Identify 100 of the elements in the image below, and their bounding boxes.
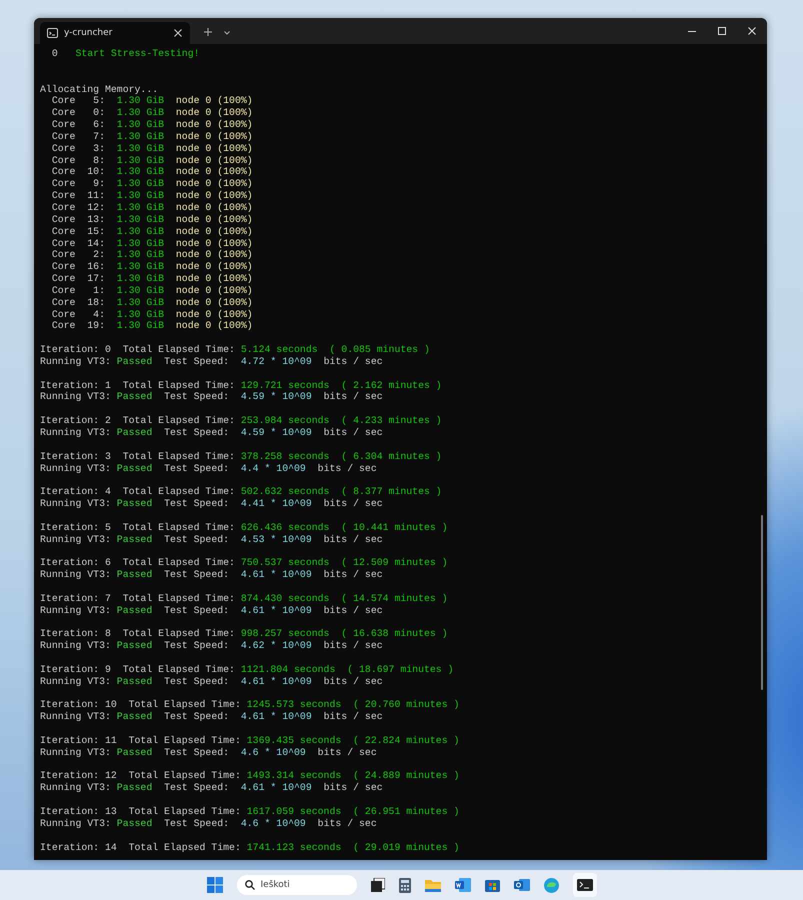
test-label: Running VT3: [40,534,111,545]
line-number: 0 [52,48,58,59]
speed-unit: bits / sec [324,640,383,652]
test-label: Running VT3: [40,746,111,758]
speed-unit: bits / sec [324,391,383,402]
core-label: Core 4: [52,308,105,320]
test-label: Running VT3: [40,498,111,510]
test-speed: 4.53 * 10^09 [240,534,312,545]
test-speed: 4.61 * 10^09 [240,604,312,616]
speed-unit: bits / sec [324,356,383,367]
status-message: Start Stress-Testing! [75,48,200,59]
test-label: Running VT3: [40,604,111,616]
memory-size: 1.30 GiB [116,214,164,225]
speed-unit: bits / sec [324,498,383,510]
speed-unit: bits / sec [318,746,377,758]
window-stack-icon[interactable] [370,878,384,892]
core-label: Core 2: [52,249,105,260]
core-label: Core 18: [52,296,105,308]
speed-unit: bits / sec [324,569,383,580]
test-label: Running VT3: [40,711,111,722]
speed-unit: bits / sec [324,427,383,438]
test-speed: 4.6 * 10^09 [240,818,306,829]
core-label: Core 6: [52,119,105,130]
windows-start-icon[interactable] [206,877,222,893]
allocating-message: Allocating Memory... [40,84,158,95]
store-bag-icon[interactable] [484,878,500,892]
memory-size: 1.30 GiB [116,238,164,248]
iteration-heading: Iteration: 5 Total Elapsed Time: [40,522,235,533]
search-field[interactable]: Ieškoti [236,875,356,895]
elapsed-time: 1741.123 seconds ( 29.019 minutes ) [246,842,460,853]
speed-unit: bits / sec [324,534,383,545]
memory-size: 1.30 GiB [116,308,164,320]
memory-size: 1.30 GiB [116,202,164,213]
speed-label: Test Speed: [164,498,230,510]
test-result: Passed [116,604,152,616]
speed-label: Test Speed: [164,782,230,794]
speed-label: Test Speed: [164,746,230,758]
test-label: Running VT3: [40,356,111,367]
test-result: Passed [116,534,152,545]
node-info: node 0 (100%) [176,178,253,190]
test-speed: 4.72 * 10^09 [240,356,312,367]
memory-size: 1.30 GiB [116,284,164,296]
elapsed-time: 378.258 seconds ( 6.304 minutes ) [240,450,442,462]
core-label: Core 7: [52,130,105,142]
memory-size: 1.30 GiB [116,296,164,308]
test-label: Running VT3: [40,818,111,829]
node-info: node 0 (100%) [176,249,253,260]
memory-size: 1.30 GiB [116,130,164,142]
terminal-taskbar-button[interactable] [572,873,596,897]
word-document-icon[interactable] [454,878,470,892]
scrollbar-thumb[interactable] [761,515,763,690]
test-speed: 4.62 * 10^09 [240,640,312,652]
memory-size: 1.30 GiB [116,119,164,130]
speed-label: Test Speed: [164,676,230,687]
terminal-tab[interactable]: y-cruncher [40,22,190,44]
test-speed: 4.41 * 10^09 [240,498,312,510]
tab-title: y-cruncher [64,28,114,38]
speed-unit: bits / sec [324,604,383,616]
memory-size: 1.30 GiB [116,154,164,166]
core-label: Core 19: [52,320,105,332]
iteration-heading: Iteration: 12 Total Elapsed Time: [40,770,241,782]
chevron-down-icon[interactable] [224,31,230,35]
iteration-heading: Iteration: 0 Total Elapsed Time: [40,344,235,356]
test-label: Running VT3: [40,640,111,652]
node-info: node 0 (100%) [176,202,253,213]
speed-label: Test Speed: [164,356,230,367]
test-label: Running VT3: [40,462,111,474]
test-result: Passed [116,498,152,510]
close-icon[interactable] [748,27,756,35]
folder-icon[interactable] [424,878,440,892]
speed-unit: bits / sec [324,782,383,794]
iteration-heading: Iteration: 1 Total Elapsed Time: [40,380,235,391]
calculator-icon[interactable] [398,878,410,892]
speed-label: Test Speed: [164,569,230,580]
maximize-icon[interactable] [718,27,726,35]
node-info: node 0 (100%) [176,273,253,284]
iteration-heading: Iteration: 2 Total Elapsed Time: [40,415,235,426]
memory-size: 1.30 GiB [116,261,164,272]
test-result: Passed [116,818,152,829]
node-info: node 0 (100%) [176,226,253,237]
elapsed-time: 626.436 seconds ( 10.441 minutes ) [240,522,448,533]
test-label: Running VT3: [40,782,111,794]
memory-size: 1.30 GiB [116,226,164,237]
node-info: node 0 (100%) [176,261,253,272]
elapsed-time: 874.430 seconds ( 14.574 minutes ) [240,592,448,604]
terminal-icon [576,879,592,891]
memory-size: 1.30 GiB [116,178,164,190]
core-label: Core 12: [52,202,105,213]
speed-label: Test Speed: [164,818,230,829]
test-speed: 4.61 * 10^09 [240,676,312,687]
test-speed: 4.61 * 10^09 [240,711,312,722]
iteration-heading: Iteration: 10 Total Elapsed Time: [40,699,241,710]
new-tab-icon[interactable] [204,28,212,36]
mail-icon[interactable] [514,878,530,892]
elapsed-time: 1121.804 seconds ( 18.697 minutes ) [240,664,454,675]
close-tab-icon[interactable] [174,29,182,37]
test-result: Passed [116,711,152,722]
elapsed-time: 1617.059 seconds ( 26.951 minutes ) [246,806,460,817]
iteration-heading: Iteration: 7 Total Elapsed Time: [40,592,235,604]
elapsed-time: 129.721 seconds ( 2.162 minutes ) [240,380,442,391]
